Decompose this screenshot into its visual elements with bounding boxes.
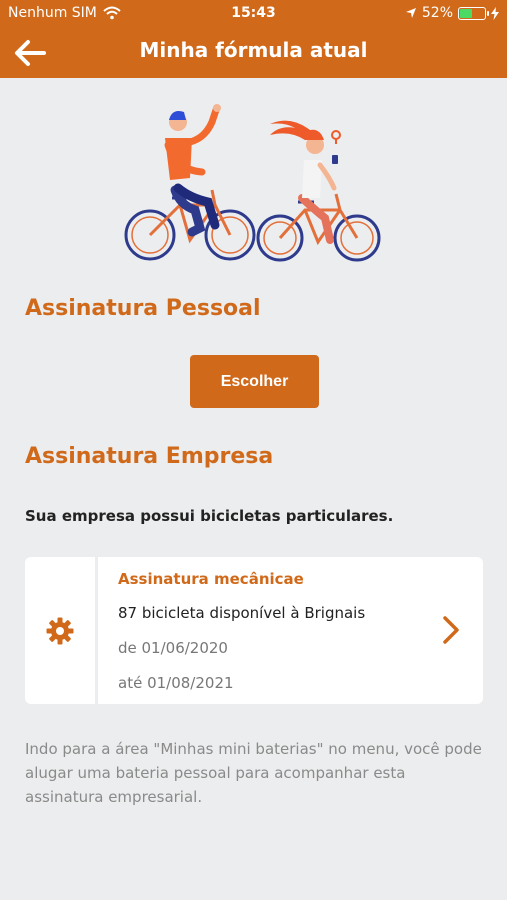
nav-bar: Minha fórmula atual xyxy=(0,28,507,78)
personal-subscription-title: Assinatura Pessoal xyxy=(25,296,261,321)
status-bar: Nenhum SIM 15:43 52% xyxy=(0,0,507,28)
company-note: Sua empresa possui bicicletas particular… xyxy=(25,507,394,525)
location-arrow-icon xyxy=(405,8,416,18)
cyclists-illustration xyxy=(124,104,381,262)
footer-info-text: Indo para a área "Minhas mini baterias" … xyxy=(25,740,482,806)
chevron-right-icon xyxy=(443,616,459,644)
battery-icon xyxy=(458,6,489,20)
end-date: até 01/08/2021 xyxy=(118,674,234,692)
company-subscription-title: Assinatura Empresa xyxy=(25,444,274,469)
charging-icon xyxy=(491,6,499,20)
bike-right xyxy=(256,193,381,262)
subscription-name: Assinatura mecânicae xyxy=(118,570,304,588)
page-title: Minha fórmula atual xyxy=(139,38,368,62)
bike-availability: 87 bicicleta disponível à Brignais xyxy=(118,604,366,622)
company-subscription-card[interactable]: Assinatura mecânicae 87 bicicleta dispon… xyxy=(25,557,483,704)
card-divider xyxy=(95,557,98,704)
battery-percent: 52% xyxy=(421,5,453,21)
battery-fill xyxy=(460,8,472,18)
gear-icon xyxy=(46,617,74,644)
choose-button[interactable]: Escolher xyxy=(190,355,319,408)
start-date: de 01/06/2020 xyxy=(118,639,228,657)
